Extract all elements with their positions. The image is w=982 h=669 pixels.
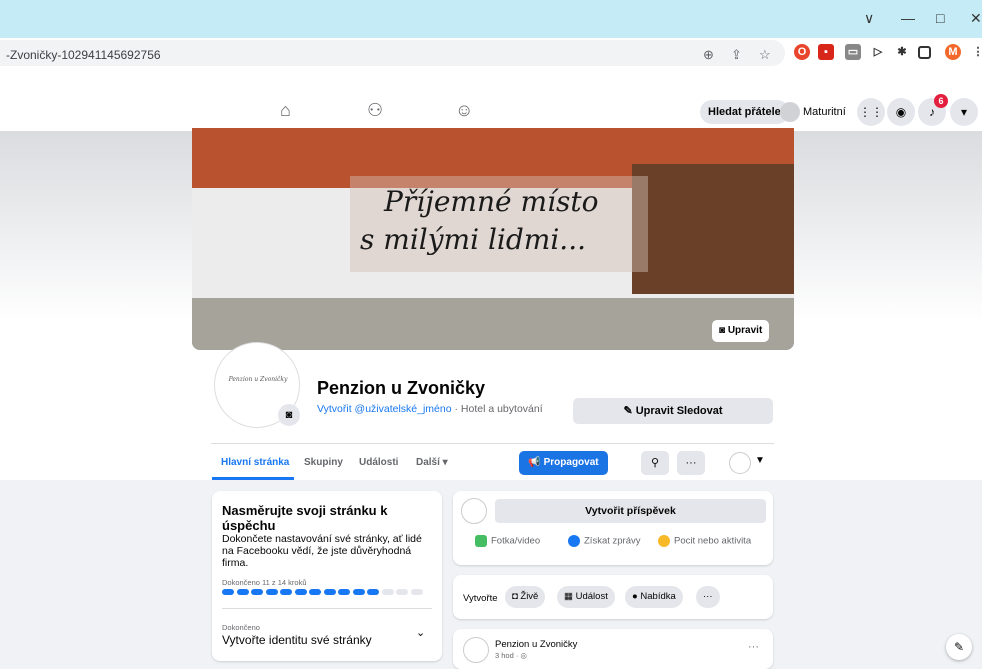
photo-icon — [475, 535, 487, 547]
progress-segment — [323, 589, 336, 595]
active-tab-indicator — [212, 477, 294, 480]
minimize-button[interactable]: — — [901, 10, 915, 26]
edit-follow-button[interactable]: ✎ Upravit Sledovat — [573, 398, 773, 424]
tab-events[interactable]: Události — [359, 457, 398, 468]
page-title: Penzion u Zvoničky — [317, 378, 486, 398]
profile-name: Maturitní — [803, 106, 846, 118]
done-label: Dokončeno — [222, 623, 260, 632]
account-caret-icon[interactable]: ▾ — [950, 98, 978, 126]
pdf-extension-icon[interactable]: ▪ — [818, 44, 834, 60]
more-create-button[interactable]: ··· — [696, 586, 720, 608]
photo-video-button[interactable]: Fotka/video — [475, 535, 540, 547]
calendar-icon: ▦ — [564, 591, 576, 602]
messenger-icon — [568, 535, 580, 547]
progress-segment — [265, 589, 278, 595]
menu-grid-icon[interactable]: ⋮⋮ — [857, 98, 885, 126]
progress-segment — [367, 589, 379, 595]
post-author-name[interactable]: Penzion u Zvoničky — [495, 639, 577, 650]
profile-avatar — [780, 102, 800, 123]
progress-segment — [352, 589, 365, 595]
avatar-camera-icon[interactable]: ◙ — [278, 404, 300, 426]
smile-icon — [658, 535, 670, 547]
progress-segment — [338, 589, 350, 595]
progress-segment — [396, 589, 408, 595]
find-friends-button[interactable]: Hledat přátele — [700, 100, 789, 124]
event-button[interactable]: ▦ Událost — [557, 586, 615, 608]
page-switcher-caret-icon[interactable]: ▼ — [755, 455, 765, 466]
edit-cover-button[interactable]: ◙ Upravit — [712, 320, 770, 342]
live-button[interactable]: ◘ Živě — [505, 586, 546, 608]
notification-badge: 6 — [934, 94, 948, 108]
facebook-top-nav: ⌂ ⚇ ☺ Hledat přátele Maturitní ⋮⋮ ◉ ♪ ▾ — [0, 92, 982, 132]
feeling-activity-button[interactable]: Pocit nebo aktivita — [658, 535, 751, 547]
zoom-icon[interactable]: ⊕ — [703, 47, 714, 63]
window-title-bar: ∨ — □ ✕ — [0, 0, 982, 38]
maximize-button[interactable]: □ — [936, 10, 944, 26]
post-options-button[interactable]: ··· — [748, 641, 759, 653]
address-bar-row: -Zvoničky-102941145692756 ⊕ ⇪ ☆ O ▪ ▭ ▷ … — [0, 38, 982, 70]
tab-more[interactable]: Další ▾ — [416, 457, 448, 468]
setup-guide-card: Nasměrujte svoji stránku k úspěchu Dokon… — [212, 491, 442, 661]
avatar-logo-text: Penzion u Zvoničky — [228, 376, 288, 383]
sidebar-icon[interactable] — [918, 46, 931, 59]
progress-segment — [222, 589, 234, 595]
profile-chip[interactable]: Maturitní — [780, 100, 846, 124]
bookmark-star-icon[interactable]: ☆ — [759, 47, 771, 63]
progress-segment — [236, 589, 249, 595]
create-username-link[interactable]: Vytvořit @uživatelské_jméno — [317, 403, 452, 415]
opera-extension-icon[interactable]: O — [794, 44, 810, 60]
progress-segment — [280, 589, 292, 595]
promote-button[interactable]: 📢 Propagovat — [519, 451, 608, 475]
address-bar[interactable]: -Zvoničky-102941145692756 ⊕ ⇪ ☆ — [0, 40, 785, 66]
progress-segment — [309, 589, 321, 595]
composer-avatar — [461, 498, 487, 524]
page-switcher-avatar[interactable] — [729, 452, 751, 474]
more-options-button[interactable]: ··· — [677, 451, 705, 475]
cover-photo[interactable]: Příjemné místo s milými lidmi... — [192, 128, 794, 350]
friends-icon[interactable]: ⚇ — [367, 100, 383, 121]
post-composer-card: Vytvořit příspěvek Fotka/video Získat zp… — [453, 491, 773, 565]
tab-groups[interactable]: Skupiny — [304, 457, 343, 468]
tab-search-icon[interactable]: ∨ — [864, 10, 874, 27]
home-icon[interactable]: ⌂ — [280, 100, 291, 121]
search-icon: ⚲ — [650, 457, 660, 469]
megaphone-icon: 📢 — [528, 457, 544, 468]
new-message-icon[interactable]: ✎ — [946, 634, 972, 660]
get-messages-button[interactable]: Získat zprávy — [568, 535, 641, 547]
feed-post-card: Penzion u Zvoničky 3 hod · ◎ ··· — [453, 629, 773, 669]
create-post-button[interactable]: Vytvořit příspěvek — [495, 499, 766, 523]
progress-segment — [251, 589, 263, 595]
progress-label: Dokončeno 11 z 14 kroků — [222, 578, 307, 587]
chrome-menu-icon[interactable]: ⋮ — [970, 44, 982, 60]
profile-avatar-icon[interactable]: M — [945, 44, 961, 60]
guide-description: Dokončete nastavování své stránky, ať li… — [222, 533, 422, 569]
url-text[interactable]: -Zvoničky-102941145692756 — [6, 48, 161, 62]
send-extension-icon[interactable]: ▷ — [870, 44, 886, 60]
create-label: Vytvořte — [463, 593, 498, 604]
extensions-puzzle-icon[interactable]: ✱ — [894, 44, 910, 60]
groups-icon[interactable]: ☺ — [455, 100, 473, 121]
cover-text: Příjemné místo s milými lidmi... — [360, 185, 599, 256]
search-button[interactable]: ⚲ — [641, 451, 669, 475]
create-row-card: Vytvořte ◘ Živě ▦ Událost ● Nabídka ··· — [453, 575, 773, 619]
close-button[interactable]: ✕ — [970, 10, 982, 27]
camera-icon: ◙ — [719, 325, 728, 336]
tab-home[interactable]: Hlavní stránka — [221, 457, 289, 468]
progress-segment — [294, 589, 307, 595]
progress-segment — [381, 589, 394, 595]
page-subtitle: Vytvořit @uživatelské_jméno · Hotel a ub… — [317, 403, 543, 415]
share-icon[interactable]: ⇪ — [731, 47, 742, 63]
offer-button[interactable]: ● Nabídka — [625, 586, 683, 608]
tabs-divider — [211, 443, 774, 444]
guide-title: Nasměrujte svoji stránku k úspěchu — [222, 503, 388, 533]
pencil-icon: ✎ — [623, 405, 636, 417]
step-title[interactable]: Vytvořte identitu své stránky — [222, 633, 372, 647]
post-author-avatar[interactable] — [463, 637, 489, 663]
progress-segment — [410, 589, 423, 595]
messenger-icon[interactable]: ◉ — [887, 98, 915, 126]
chevron-down-icon[interactable]: ⌄ — [416, 626, 425, 639]
bookmarks-spacer — [0, 70, 982, 92]
cast-extension-icon[interactable]: ▭ — [845, 44, 861, 60]
